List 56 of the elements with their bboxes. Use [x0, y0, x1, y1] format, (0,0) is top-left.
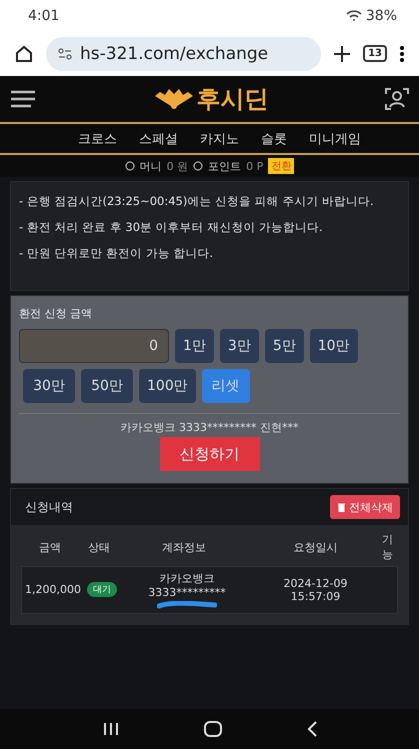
column-header: 요청일시 — [292, 540, 338, 555]
home-icon[interactable] — [204, 721, 222, 737]
form-label: 환전 신청 금액 — [19, 306, 93, 321]
tab-count-button[interactable]: 13 — [363, 45, 387, 62]
history-title: 신청내역 — [25, 498, 73, 516]
amount-button[interactable]: 1만 — [175, 329, 214, 363]
notice-text: - 은행 점검시간(23:25~00:45)에는 신청을 피해 주시기 바랍니다. — [19, 194, 375, 209]
table-cell-text: 2024-12-09 — [282, 576, 348, 590]
amount-button[interactable]: 30만 — [23, 369, 75, 403]
notice-text: - 환전 처리 완료 후 30분 이후부터 재신청이 가능합니다. — [19, 220, 324, 235]
redaction-mark — [157, 600, 217, 609]
fan-logo-icon — [152, 88, 194, 110]
table-cell-text: 15:57:09 — [290, 590, 342, 603]
table-cell-text: 카카오뱅크 3333********* — [147, 570, 227, 599]
trash-icon — [337, 502, 346, 512]
account-info: 카카오뱅크 3333********* 진현*** — [120, 420, 300, 435]
site-logo: 후시딘 — [196, 84, 268, 115]
recent-apps-icon[interactable] — [102, 722, 118, 736]
nav-link[interactable]: 카지노 — [200, 130, 239, 148]
battery-level: 38% — [366, 8, 397, 24]
address-bar[interactable]: hs-321.com/exchange — [46, 36, 322, 70]
amount-button[interactable]: 10만 — [310, 329, 358, 363]
add-tab-icon[interactable] — [333, 44, 352, 62]
amount-button[interactable]: 5만 — [264, 329, 304, 363]
point-value: 0 P — [246, 160, 264, 172]
apply-button[interactable]: 신청하기 — [160, 437, 260, 471]
notice-text: - 만원 단위로만 환전이 가능 합니다. — [19, 246, 214, 261]
point-icon — [193, 161, 204, 171]
site-settings-icon[interactable] — [58, 48, 72, 60]
menu-icon[interactable] — [10, 89, 36, 109]
table-cell: 1,200,000 — [24, 583, 82, 596]
nav-link[interactable]: 슬롯 — [261, 130, 287, 148]
home-icon[interactable] — [14, 44, 34, 64]
nav-link[interactable]: 미니게임 — [309, 130, 361, 148]
money-value: 0 원 — [166, 158, 188, 174]
point-label: 포인트 — [208, 158, 242, 174]
coin-icon — [124, 161, 135, 171]
column-header: 금액 — [38, 540, 62, 555]
column-header: 상태 — [87, 540, 111, 555]
url-text: hs-321.com/exchange — [80, 44, 268, 64]
back-icon[interactable] — [306, 721, 316, 737]
status-badge: 대기 — [87, 582, 117, 598]
amount-field[interactable]: 0 — [19, 329, 169, 363]
money-label: 머니 — [140, 158, 162, 174]
nav-link[interactable]: 크로스 — [78, 130, 117, 148]
amount-button[interactable]: 100만 — [139, 369, 196, 403]
delete-all-button[interactable]: 전체삭제 — [330, 495, 400, 519]
nav-link[interactable]: 스페셜 — [139, 130, 178, 148]
column-header: 계좌정보 — [161, 540, 207, 555]
clock: 4:01 — [28, 8, 60, 24]
column-header: 기능 — [382, 532, 393, 563]
menu-icon[interactable] — [399, 44, 405, 62]
amount-button[interactable]: 50만 — [81, 369, 133, 403]
wifi-icon — [346, 10, 362, 22]
user-scan-icon[interactable] — [385, 88, 409, 110]
amount-button[interactable]: 3만 — [220, 329, 259, 363]
